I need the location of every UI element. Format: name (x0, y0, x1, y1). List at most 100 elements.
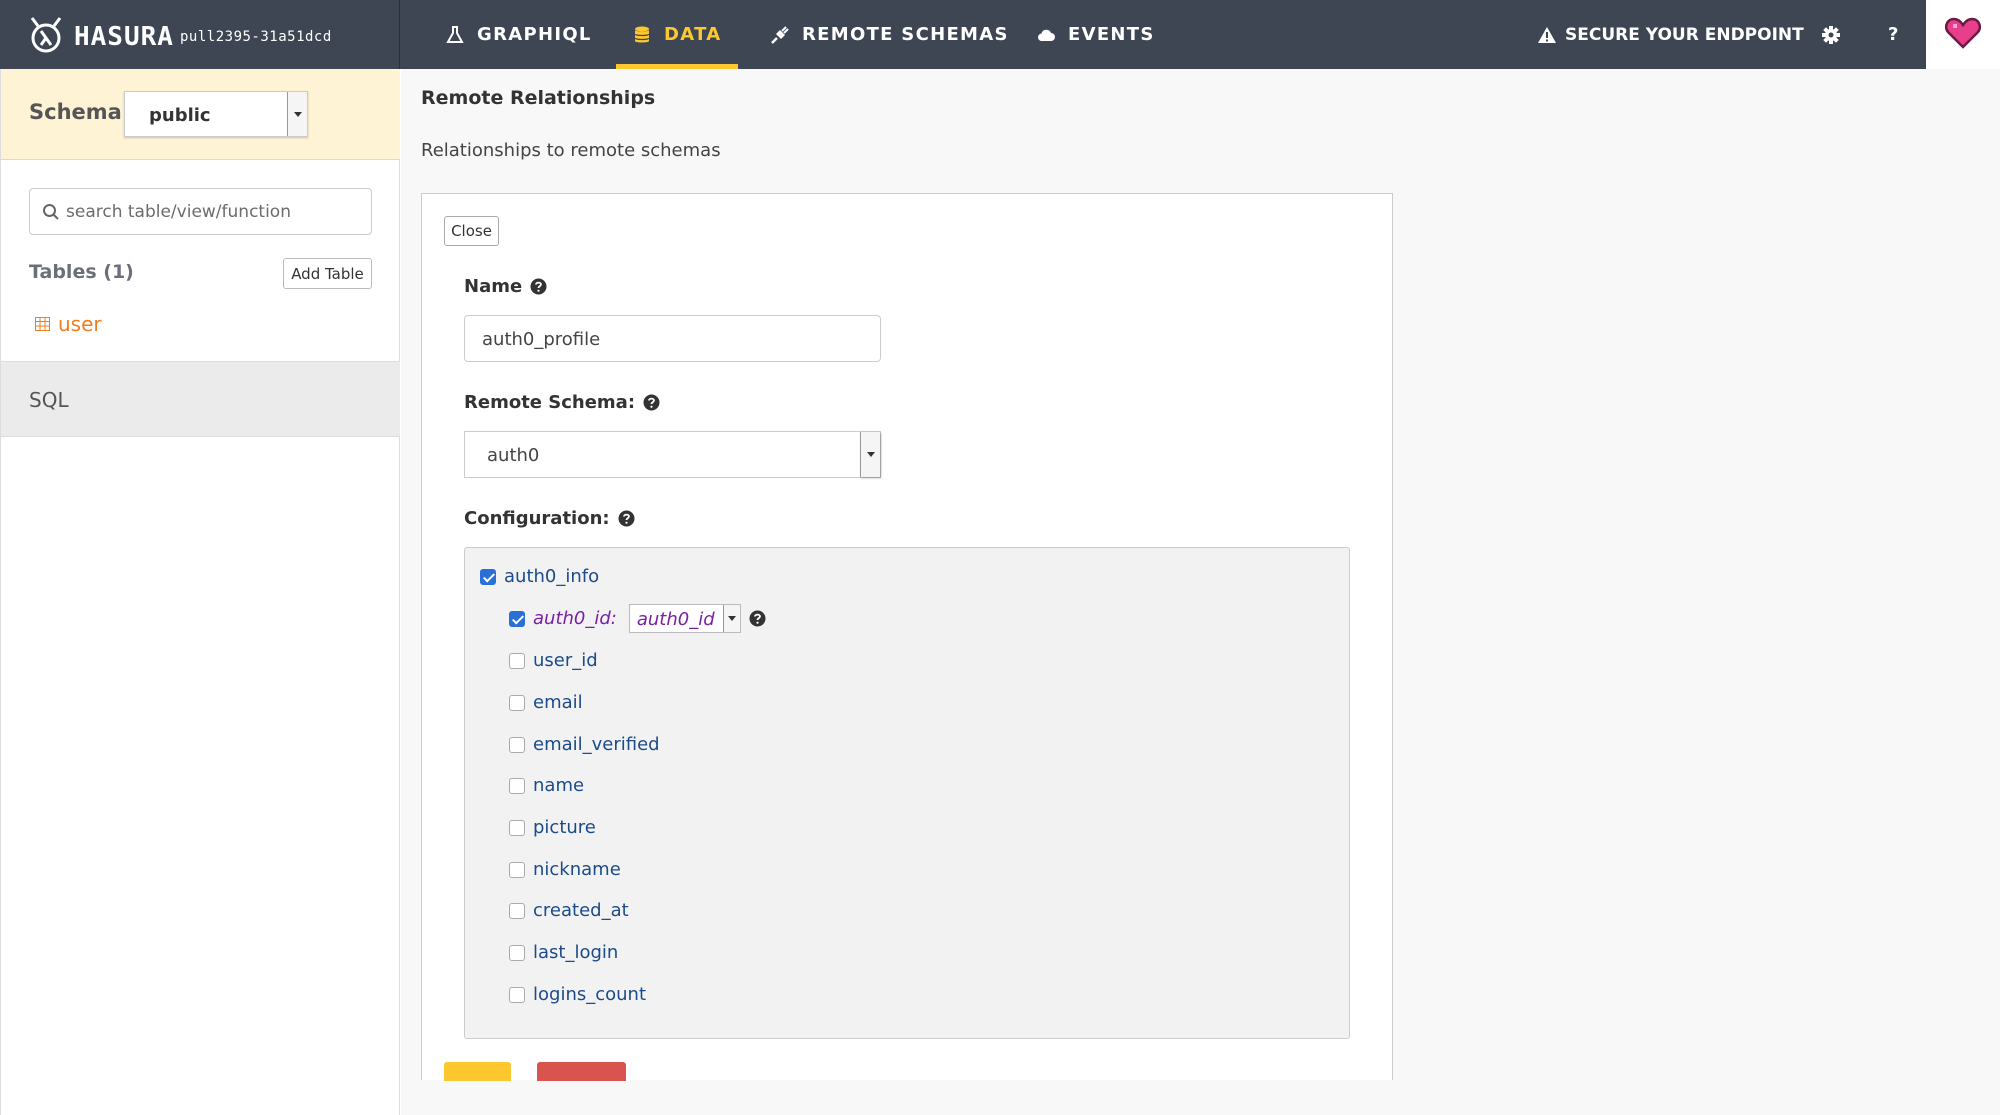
remote-schema-label-row: Remote Schema: (464, 392, 660, 413)
sidebar-item-user[interactable]: user (35, 312, 102, 336)
page-title: Remote Relationships (421, 87, 656, 109)
argument-row: auth0_id: auth0_id (509, 604, 766, 633)
schema-bar: Schema: public (1, 69, 400, 160)
question-circle-icon[interactable] (643, 394, 660, 411)
checkbox[interactable] (509, 902, 525, 919)
checkbox[interactable] (480, 568, 496, 585)
checkbox[interactable] (509, 736, 525, 753)
help-button[interactable]: ? (1888, 0, 1898, 69)
brand[interactable]: HASURA pull2395-31a51dcd (0, 0, 400, 69)
page-subtitle: Relationships to remote schemas (421, 140, 721, 161)
name-label: Name (464, 276, 523, 297)
plug-icon (771, 25, 789, 44)
chevron-down-icon (722, 605, 740, 632)
secure-endpoint-label: SECURE YOUR ENDPOINT (1565, 24, 1804, 45)
close-button[interactable]: Close (444, 216, 499, 246)
warning-icon (1538, 26, 1556, 43)
search-field[interactable] (29, 188, 372, 235)
table-link-label: user (58, 312, 102, 336)
hasura-logo-icon (30, 17, 62, 53)
add-table-button[interactable]: Add Table (283, 258, 372, 289)
checkbox[interactable] (509, 861, 525, 878)
field-row-last-login[interactable]: last_login (509, 942, 618, 963)
field-name: email_verified (533, 734, 660, 755)
field-row-user-id[interactable]: user_id (509, 650, 598, 671)
chevron-down-icon (860, 432, 880, 477)
argument-column-select[interactable]: auth0_id (628, 604, 741, 633)
checkbox[interactable] (509, 694, 525, 711)
tab-label: REMOTE SCHEMAS (802, 24, 1009, 45)
main-content: Remote Relationships Relationships to re… (401, 69, 2000, 1115)
tab-label: EVENTS (1068, 24, 1155, 45)
save-button[interactable] (444, 1062, 511, 1081)
root-field-row[interactable]: auth0_info (480, 566, 599, 587)
search-icon (43, 204, 59, 220)
sidebar-item-sql[interactable]: SQL (1, 361, 400, 437)
field-name: nickname (533, 859, 621, 880)
field-row-created-at[interactable]: created_at (509, 900, 629, 921)
remove-button[interactable] (537, 1062, 626, 1081)
question-circle-icon[interactable] (530, 278, 547, 295)
field-row-nickname[interactable]: nickname (509, 859, 621, 880)
question-circle-icon[interactable] (618, 510, 635, 527)
flask-icon (446, 25, 464, 43)
configuration-tree: auth0_info auth0_id: auth0_id user_id em… (464, 547, 1350, 1039)
tab-label: DATA (664, 24, 722, 45)
tab-events[interactable]: EVENTS (1036, 0, 1155, 69)
top-navbar: HASURA pull2395-31a51dcd GRAPHIQL DATA R… (0, 0, 2000, 69)
name-input-value: auth0_profile (482, 329, 601, 350)
schema-label: Schema: (29, 100, 131, 124)
remote-schema-select[interactable]: auth0 (464, 431, 881, 478)
remote-schema-select-value: auth0 (487, 445, 540, 466)
configuration-label: Configuration: (464, 508, 610, 529)
sql-label: SQL (29, 388, 69, 412)
version-label: pull2395-31a51dcd (180, 29, 332, 45)
field-row-name[interactable]: name (509, 775, 584, 796)
question-circle-icon[interactable] (749, 610, 766, 627)
tab-remote-schemas[interactable]: REMOTE SCHEMAS (770, 0, 1009, 69)
field-name: picture (533, 817, 596, 838)
checkbox[interactable] (509, 819, 525, 836)
secure-endpoint-link[interactable]: SECURE YOUR ENDPOINT (1537, 0, 1804, 69)
search-input[interactable] (66, 199, 361, 225)
cloud-icon (1038, 29, 1055, 41)
help-label: ? (1888, 24, 1899, 45)
tab-data[interactable]: DATA (616, 0, 738, 69)
name-label-row: Name (464, 276, 547, 297)
tables-heading: Tables (1) (29, 261, 134, 283)
love-button[interactable] (1926, 0, 2000, 69)
checkbox[interactable] (509, 944, 525, 961)
checkbox[interactable] (509, 652, 525, 669)
name-input[interactable]: auth0_profile (464, 315, 881, 362)
sidebar: Schema: public Tables (1) Add Table user… (0, 69, 400, 1115)
field-name: email (533, 692, 583, 713)
field-row-picture[interactable]: picture (509, 817, 596, 838)
argument-column-value: auth0_id (636, 609, 715, 630)
remote-schema-label: Remote Schema: (464, 392, 636, 413)
database-icon (634, 26, 650, 42)
chevron-down-icon (287, 92, 307, 136)
checkbox[interactable] (509, 777, 525, 794)
tab-graphiql[interactable]: GRAPHIQL (445, 0, 592, 69)
schema-select-value: public (149, 105, 211, 126)
schema-select[interactable]: public (124, 91, 308, 137)
field-name: name (533, 775, 585, 796)
heart-icon (1945, 17, 1981, 49)
field-name: created_at (533, 900, 629, 921)
field-name: auth0_info (504, 566, 600, 587)
field-name: logins_count (533, 984, 647, 1005)
gear-icon[interactable] (1820, 24, 1842, 46)
configuration-label-row: Configuration: (464, 508, 635, 529)
field-name: user_id (533, 650, 598, 671)
field-name: last_login (533, 942, 619, 963)
checkbox[interactable] (509, 986, 525, 1003)
field-row-logins-count[interactable]: logins_count (509, 984, 646, 1005)
table-icon (35, 317, 50, 331)
brand-name: HASURA (74, 22, 174, 52)
checkbox[interactable] (509, 610, 525, 627)
argument-name: auth0_id: (533, 608, 617, 629)
tab-label: GRAPHIQL (477, 24, 592, 45)
relationship-editor: Close Name auth0_profile Remote Schema: … (421, 193, 1393, 1081)
field-row-email-verified[interactable]: email_verified (509, 734, 660, 755)
field-row-email[interactable]: email (509, 692, 583, 713)
